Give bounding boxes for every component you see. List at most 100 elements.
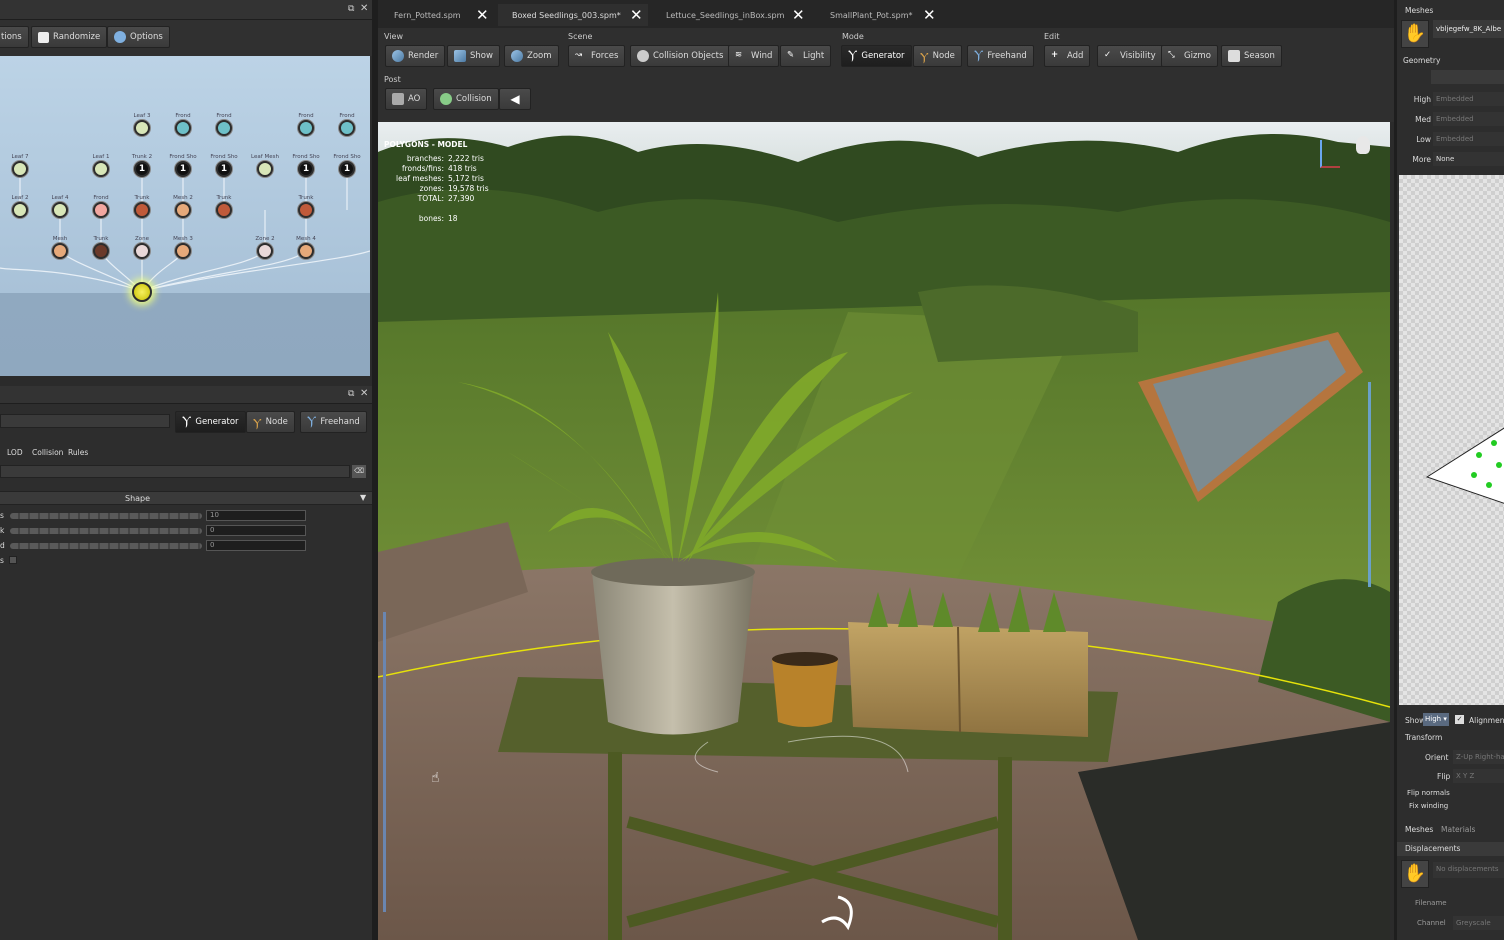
scrollbar-left[interactable] (383, 612, 386, 912)
graph-node[interactable] (134, 243, 150, 259)
tab-meshes-bottom[interactable]: Meshes (1405, 825, 1433, 834)
close-icon[interactable]: ✕ (360, 3, 368, 14)
graph-node[interactable] (52, 202, 68, 218)
shape-section-header[interactable]: Shape ▼ (0, 491, 372, 505)
gizmo-button[interactable]: ⤡ Gizmo (1161, 45, 1218, 67)
collision-objects-button[interactable]: Collision Objects (630, 45, 731, 67)
root-node[interactable] (132, 282, 152, 302)
show-button[interactable]: Show (447, 45, 500, 67)
close-icon[interactable]: ✕ (792, 4, 805, 26)
graph-node[interactable] (257, 243, 273, 259)
tab-materials[interactable]: Materials (1441, 825, 1475, 834)
tab-lettuce-seedlings[interactable]: Lettuce_Seedlings_inBox.spm (652, 4, 812, 26)
generator-mode-button[interactable]: Ⲩ Generator (841, 45, 912, 67)
tab-lod[interactable]: LOD (7, 448, 23, 457)
orient-value[interactable]: Z-Up Right-ha (1453, 750, 1504, 764)
graph-node[interactable] (216, 202, 232, 218)
mode-node-button[interactable]: Ⲩ Node (246, 411, 295, 433)
scrollbar-right[interactable] (1368, 382, 1371, 587)
close-icon[interactable]: ✕ (476, 4, 489, 26)
prop-spin-2[interactable]: 0 (206, 525, 306, 536)
close-icon[interactable]: ✕ (360, 388, 368, 399)
graph-node[interactable] (216, 120, 232, 136)
graph-node[interactable] (12, 202, 28, 218)
hand-icon[interactable]: ✋ (1401, 20, 1429, 48)
graph-node[interactable] (93, 161, 109, 177)
actions-button[interactable]: tions (0, 26, 29, 48)
lod-value[interactable]: None (1433, 152, 1504, 166)
tab-collision[interactable]: Collision (32, 448, 63, 457)
forces-button[interactable]: ↝ Forces (568, 45, 626, 67)
graph-node[interactable] (12, 161, 28, 177)
freehand-mode-button[interactable]: Ⲩ Freehand (967, 45, 1034, 67)
graph-node[interactable] (175, 120, 191, 136)
graph-node[interactable] (298, 120, 314, 136)
clear-filter-icon[interactable]: ⌫ (352, 465, 366, 478)
options-button[interactable]: Options (107, 26, 170, 48)
randomize-button[interactable]: Randomize (31, 26, 108, 48)
graph-node[interactable] (175, 243, 191, 259)
tab-boxed-seedlings[interactable]: Boxed Seedlings_003.spm* (498, 4, 648, 26)
graph-node[interactable]: 1 (298, 161, 314, 177)
axis-gizmo-icon[interactable] (1320, 140, 1340, 168)
back-button[interactable]: ◀ (499, 88, 531, 110)
graph-node[interactable] (93, 243, 109, 259)
zoom-button[interactable]: Zoom (504, 45, 559, 67)
collision-label: Collision (456, 94, 492, 104)
node-label: Node (265, 417, 288, 427)
graph-node[interactable]: 1 (134, 161, 150, 177)
channel-value[interactable]: Greyscale (1453, 916, 1504, 930)
wind-button[interactable]: ≋ Wind (728, 45, 780, 67)
alignment-checkbox[interactable]: ✓ (1455, 715, 1464, 724)
flip-value[interactable]: X Y Z (1453, 769, 1504, 783)
show-select[interactable]: High ▾ (1423, 713, 1449, 726)
render-button[interactable]: Render (385, 45, 446, 67)
season-button[interactable]: Season (1221, 45, 1282, 67)
graph-node[interactable]: 1 (339, 161, 355, 177)
viewport[interactable]: POLYGONS - MODEL branches: 2,222 tris fron… (378, 122, 1390, 940)
light-bulb-icon[interactable] (1356, 136, 1370, 154)
graph-node[interactable] (298, 202, 314, 218)
mode-freehand-button[interactable]: Ⲩ Freehand (300, 411, 367, 433)
lod-value[interactable]: Embedded (1433, 132, 1504, 146)
filter-field[interactable] (0, 465, 350, 478)
graph-node[interactable] (52, 243, 68, 259)
node-graph[interactable]: Leaf 3 Frond Frond Frond Frond Leaf 7 Leaf 1 1 T… (0, 56, 370, 376)
tab-label: Fern_Potted.spm (394, 10, 461, 20)
graph-node[interactable] (257, 161, 273, 177)
graph-node[interactable] (339, 120, 355, 136)
prop-spin-3[interactable]: 0 (206, 540, 306, 551)
graph-node[interactable] (134, 120, 150, 136)
hand-icon[interactable]: ✋ (1401, 860, 1429, 888)
add-button[interactable]: + Add (1044, 45, 1091, 67)
light-button[interactable]: ✎ Light (780, 45, 832, 67)
lod-value[interactable]: Embedded (1433, 112, 1504, 126)
prop-slider-3[interactable] (10, 543, 202, 549)
node-mode-button[interactable]: Ⲩ Node (913, 45, 962, 67)
graph-node[interactable]: 1 (216, 161, 232, 177)
tab-rules[interactable]: Rules (68, 448, 88, 457)
collision-button[interactable]: Collision (433, 88, 499, 110)
prop-spin-1[interactable]: 10 (206, 510, 306, 521)
graph-node[interactable] (175, 202, 191, 218)
prop-slider-1[interactable] (10, 513, 202, 519)
graph-node[interactable] (134, 202, 150, 218)
float-icon[interactable]: ⧉ (348, 389, 354, 399)
graph-node[interactable] (93, 202, 109, 218)
prop-slider-2[interactable] (10, 528, 202, 534)
float-icon[interactable]: ⧉ (348, 4, 354, 14)
visibility-button[interactable]: ✓ Visibility (1097, 45, 1163, 67)
graph-node-label: Frond (339, 113, 355, 119)
mode-generator-button[interactable]: Ⲩ Generator (175, 411, 246, 433)
ao-button[interactable]: AO (385, 88, 428, 110)
graph-node[interactable] (298, 243, 314, 259)
close-icon[interactable]: ✕ (630, 4, 643, 26)
graph-node[interactable]: 1 (175, 161, 191, 177)
lod-value[interactable]: Embedded (1433, 92, 1504, 106)
mesh-name-field[interactable]: vbljegefw_8K_Albe (1433, 20, 1504, 38)
uv-mesh (1425, 427, 1504, 504)
properties-search[interactable] (0, 414, 170, 428)
ao-label: AO (408, 94, 421, 104)
prop-checkbox[interactable] (9, 556, 17, 564)
close-icon[interactable]: ✕ (923, 4, 936, 26)
